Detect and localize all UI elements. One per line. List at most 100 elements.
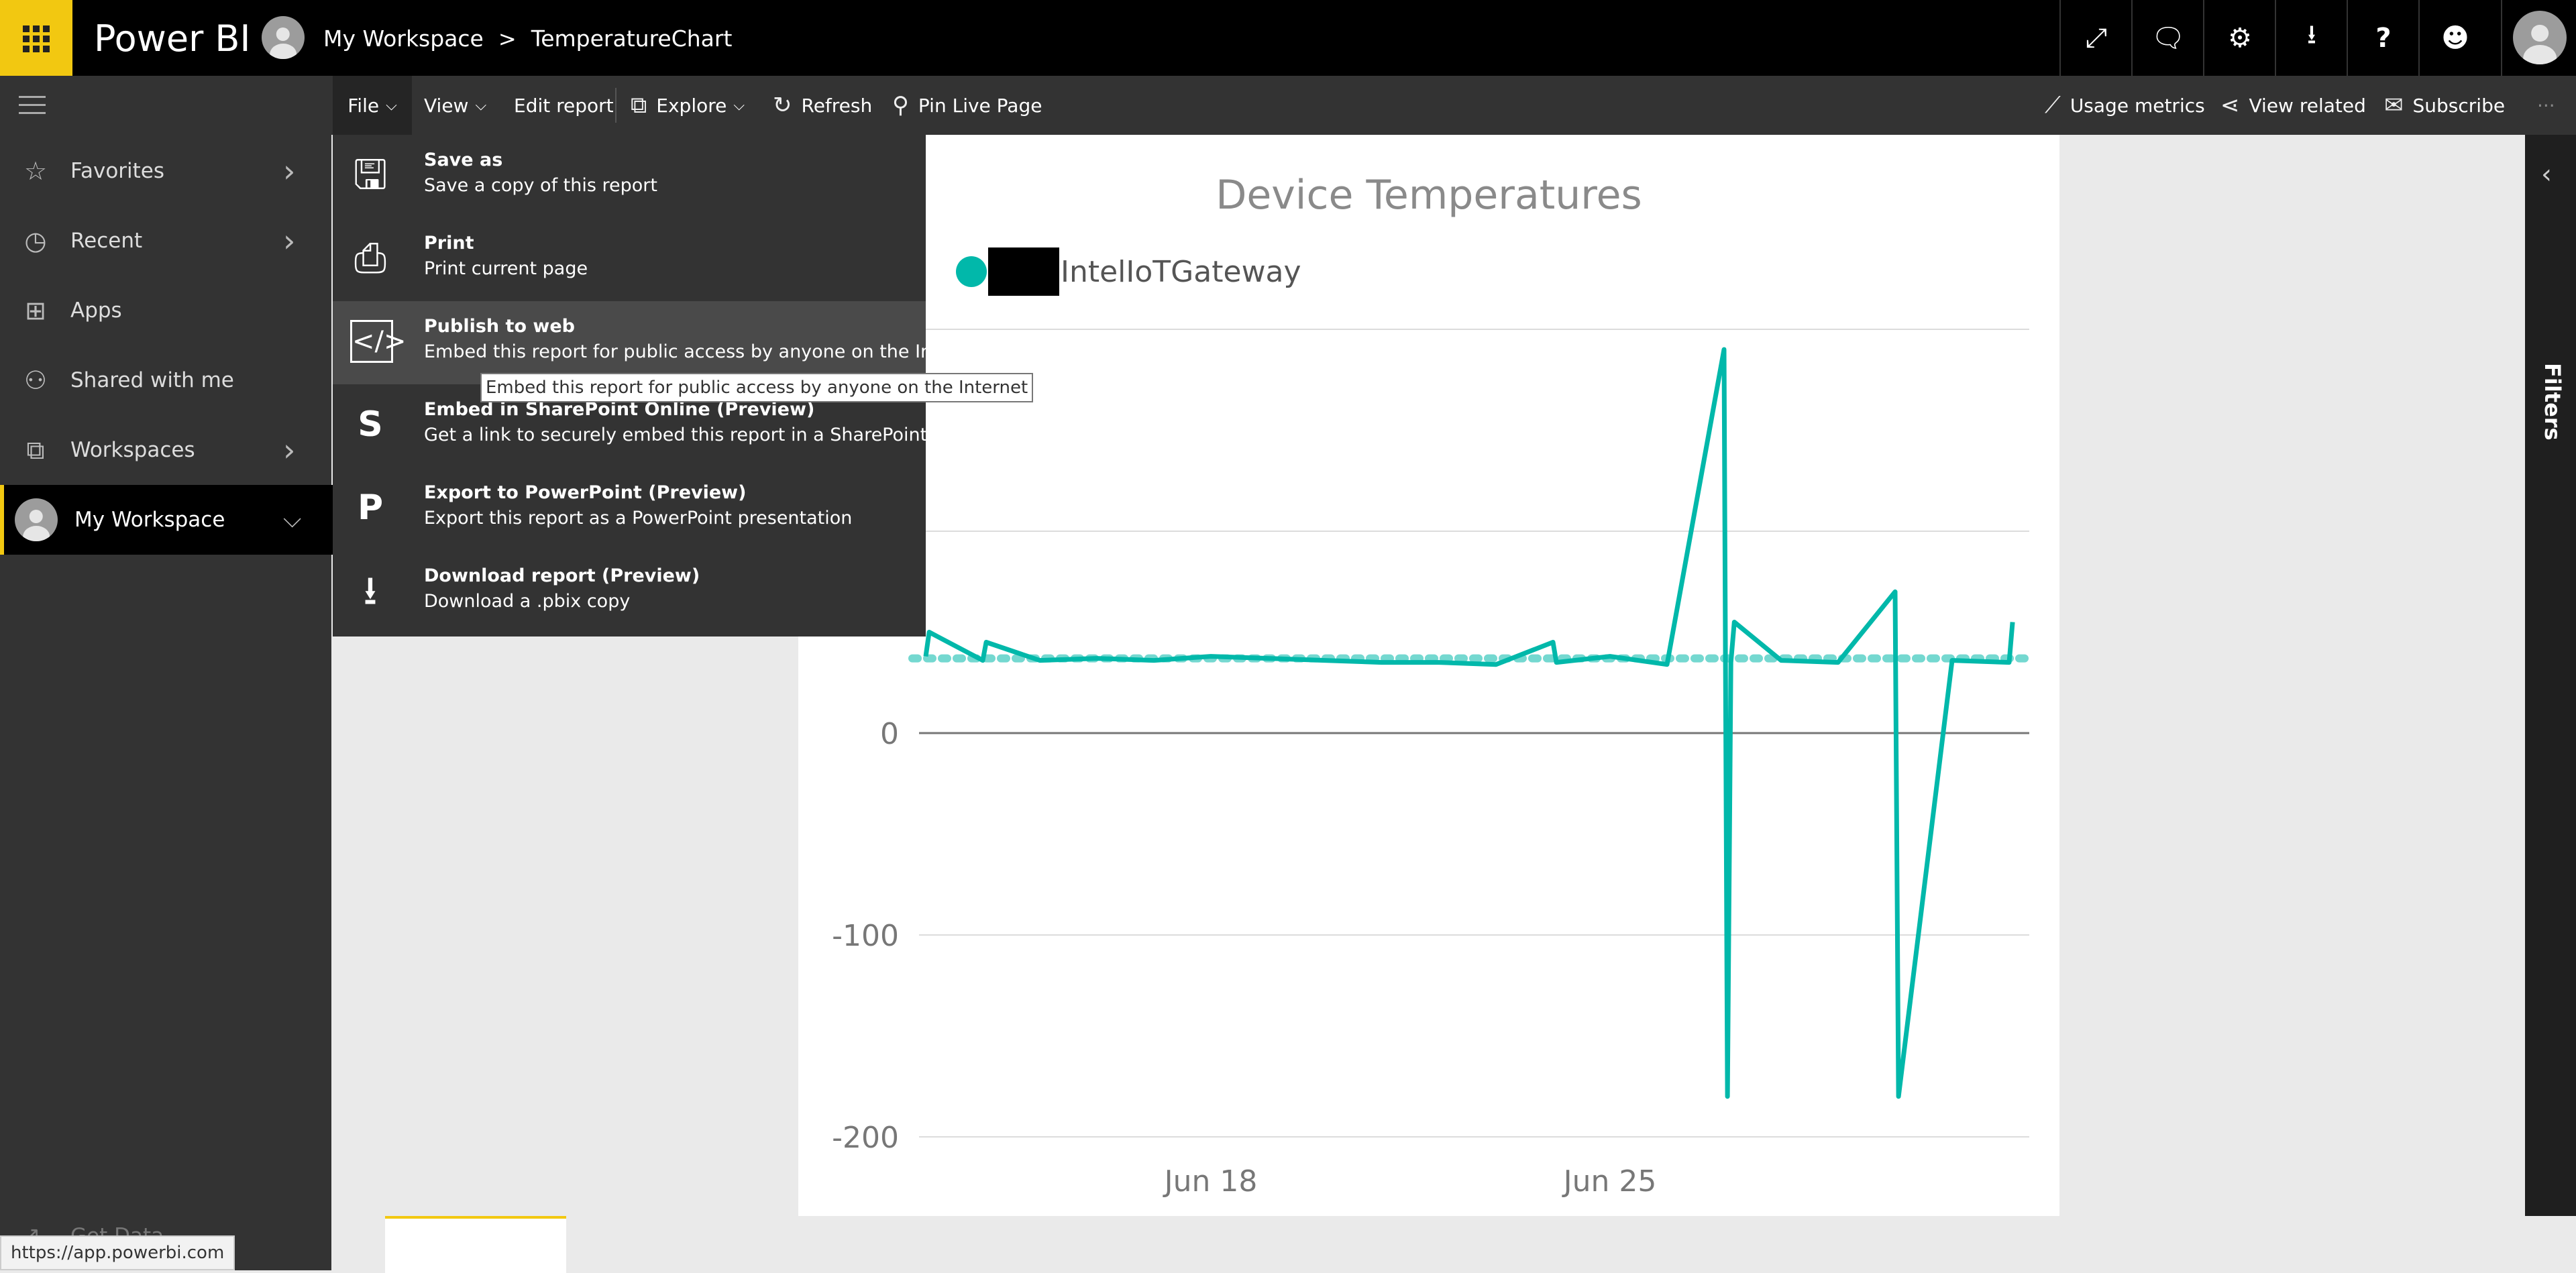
usage-metrics-label: Usage metrics [2070, 94, 2205, 117]
pin-live-page-label: Pin Live Page [918, 94, 1042, 117]
download-icon: ⭳ [363, 567, 378, 614]
help-icon[interactable]: ? [2347, 0, 2419, 76]
menu-item-desc: Save a copy of this report [424, 175, 657, 196]
download-icon[interactable]: ⭳ [2275, 0, 2347, 76]
y-tick-label: -100 [832, 919, 899, 953]
smiley-icon[interactable]: ☻ [2418, 0, 2491, 76]
app-launcher-button[interactable] [0, 0, 72, 76]
sharepoint-icon: S [358, 404, 383, 445]
page-tabs-bar [331, 1216, 2525, 1273]
tooltip: Embed this report for public access by a… [480, 373, 1034, 402]
menu-item-publish-to-web[interactable]: </> Publish to web Embed this report for… [333, 301, 987, 384]
subscribe-button[interactable]: ✉ Subscribe [2384, 76, 2505, 135]
powerpoint-icon: P [357, 488, 384, 528]
menu-item-desc: Get a link to securely embed this report… [424, 425, 979, 445]
hamburger-icon[interactable] [19, 96, 46, 115]
chevron-left-icon[interactable]: ‹ [2541, 159, 2552, 190]
breadcrumb-workspace[interactable]: My Workspace [323, 25, 484, 52]
menu-item-desc: Embed this report for public access by a… [424, 341, 987, 362]
subscribe-label: Subscribe [2412, 94, 2506, 117]
sidebar-item-my-workspace[interactable]: My Workspace ⌵ [0, 485, 335, 555]
menu-item-export-powerpoint[interactable]: P Export to PowerPoint (Preview) Export … [333, 467, 926, 551]
waffle-icon [23, 25, 50, 52]
sidebar-item-recent[interactable]: ◷ Recent › [0, 206, 331, 276]
apps-icon: ⊞ [25, 296, 46, 325]
sidebar-item-label: Workspaces [70, 438, 195, 462]
menu-item-save-as[interactable]: 🖫 Save as Save a copy of this report [333, 135, 926, 218]
menu-item-desc: Export this report as a PowerPoint prese… [424, 508, 853, 529]
refresh-button[interactable]: ↻ Refresh [773, 76, 872, 135]
user-avatar [2513, 11, 2567, 64]
star-icon: ☆ [23, 156, 48, 186]
file-menu-button[interactable]: File ⌵ [333, 76, 412, 135]
refresh-label: Refresh [801, 94, 873, 117]
sidebar-item-apps[interactable]: ⊞ Apps [0, 276, 331, 345]
brand-title[interactable]: Power BI [94, 17, 250, 60]
chevron-down-icon: ⌵ [475, 97, 487, 114]
workspace-avatar [262, 16, 305, 59]
pin-live-page-button[interactable]: ⚲ Pin Live Page [892, 76, 1042, 135]
clock-icon: ◷ [24, 226, 47, 256]
menu-item-title: Download report (Preview) [424, 565, 700, 586]
explore-menu-button[interactable]: ⧉ Explore ⌵ [631, 76, 745, 135]
user-avatar-button[interactable] [2501, 0, 2576, 76]
printer-icon: ⎙ [354, 235, 386, 282]
chevron-down-icon: ⌵ [733, 97, 745, 114]
filters-pane[interactable]: ‹ Filters [2525, 135, 2576, 1216]
explore-icon: ⧉ [631, 92, 647, 119]
view-label: View [424, 94, 469, 117]
share-icon: ⋖ [2220, 92, 2240, 119]
chevron-right-icon: › [283, 432, 296, 468]
status-url: https://app.powerbi.com [0, 1235, 235, 1270]
edit-report-label: Edit report [514, 94, 614, 117]
fullscreen-icon[interactable]: ⤢ [2059, 0, 2132, 76]
view-related-button[interactable]: ⋖ View related [2220, 76, 2366, 135]
avatar [15, 498, 58, 541]
workspaces-icon: ⧉ [26, 435, 45, 465]
report-canvas: Device Temperatures IntelIoTGateway 0 -10… [798, 135, 2059, 1216]
chevron-down-icon: ⌵ [283, 506, 302, 533]
mail-icon: ✉ [2384, 92, 2404, 119]
action-bar: File ⌵ View ⌵ Edit report ⧉ Explore ⌵ ↻ Refre… [0, 76, 2576, 135]
series-line[interactable] [923, 347, 2015, 1099]
left-nav: ☆ Favorites › ◷ Recent › ⊞ Apps ⚇ Shared… [0, 135, 335, 1270]
sidebar-item-label: Recent [70, 229, 143, 253]
sidebar-item-label: Apps [70, 298, 122, 323]
y-tick-label: -200 [832, 1121, 899, 1155]
chevron-right-icon: › [283, 153, 296, 189]
sidebar-item-favorites[interactable]: ☆ Favorites › [0, 136, 331, 206]
sidebar-item-label: Shared with me [70, 368, 234, 392]
toolbar-divider [615, 88, 616, 123]
edit-report-button[interactable]: Edit report [514, 76, 614, 135]
chevron-right-icon: › [283, 223, 296, 259]
x-tick-label: Jun 25 [1562, 1164, 1657, 1199]
view-related-label: View related [2249, 94, 2366, 117]
page-tab[interactable] [385, 1216, 566, 1273]
x-tick-label: Jun 18 [1163, 1164, 1258, 1199]
more-options-button[interactable]: ··· [2537, 76, 2555, 135]
sidebar-item-label: Favorites [70, 159, 165, 183]
menu-item-print[interactable]: ⎙ Print Print current page [333, 218, 926, 301]
view-menu-button[interactable]: View ⌵ [424, 76, 486, 135]
sidebar-item-workspaces[interactable]: ⧉ Workspaces › [0, 415, 331, 485]
breadcrumb-report: TemperatureChart [531, 25, 733, 52]
menu-item-title: Save as [424, 150, 503, 170]
shared-icon: ⚇ [23, 366, 48, 395]
line-chart[interactable]: 0 -100 -200 Jun 18 Jun 25 [798, 135, 2059, 1216]
sidebar-item-shared[interactable]: ⚇ Shared with me [0, 345, 331, 415]
breadcrumb-separator: > [498, 25, 517, 52]
gear-icon[interactable]: ⚙ [2203, 0, 2275, 76]
menu-item-download-report[interactable]: ⭳ Download report (Preview) Download a .… [333, 551, 926, 634]
file-label: File [347, 94, 380, 117]
menu-item-title: Export to PowerPoint (Preview) [424, 482, 747, 503]
pin-icon: ⚲ [892, 92, 909, 119]
refresh-icon: ↻ [773, 92, 792, 119]
chevron-down-icon: ⌵ [386, 97, 397, 114]
menu-item-desc: Download a .pbix copy [424, 591, 631, 612]
publish-web-icon: </> [350, 320, 407, 363]
usage-metrics-button[interactable]: ⟋ Usage metrics [2045, 76, 2205, 135]
comment-icon[interactable]: 🗨 [2131, 0, 2204, 76]
menu-item-title: Publish to web [424, 316, 575, 337]
usage-metrics-icon: ⟋ [2045, 92, 2061, 119]
top-bar: Power BI My Workspace > TemperatureChart… [0, 0, 2576, 76]
